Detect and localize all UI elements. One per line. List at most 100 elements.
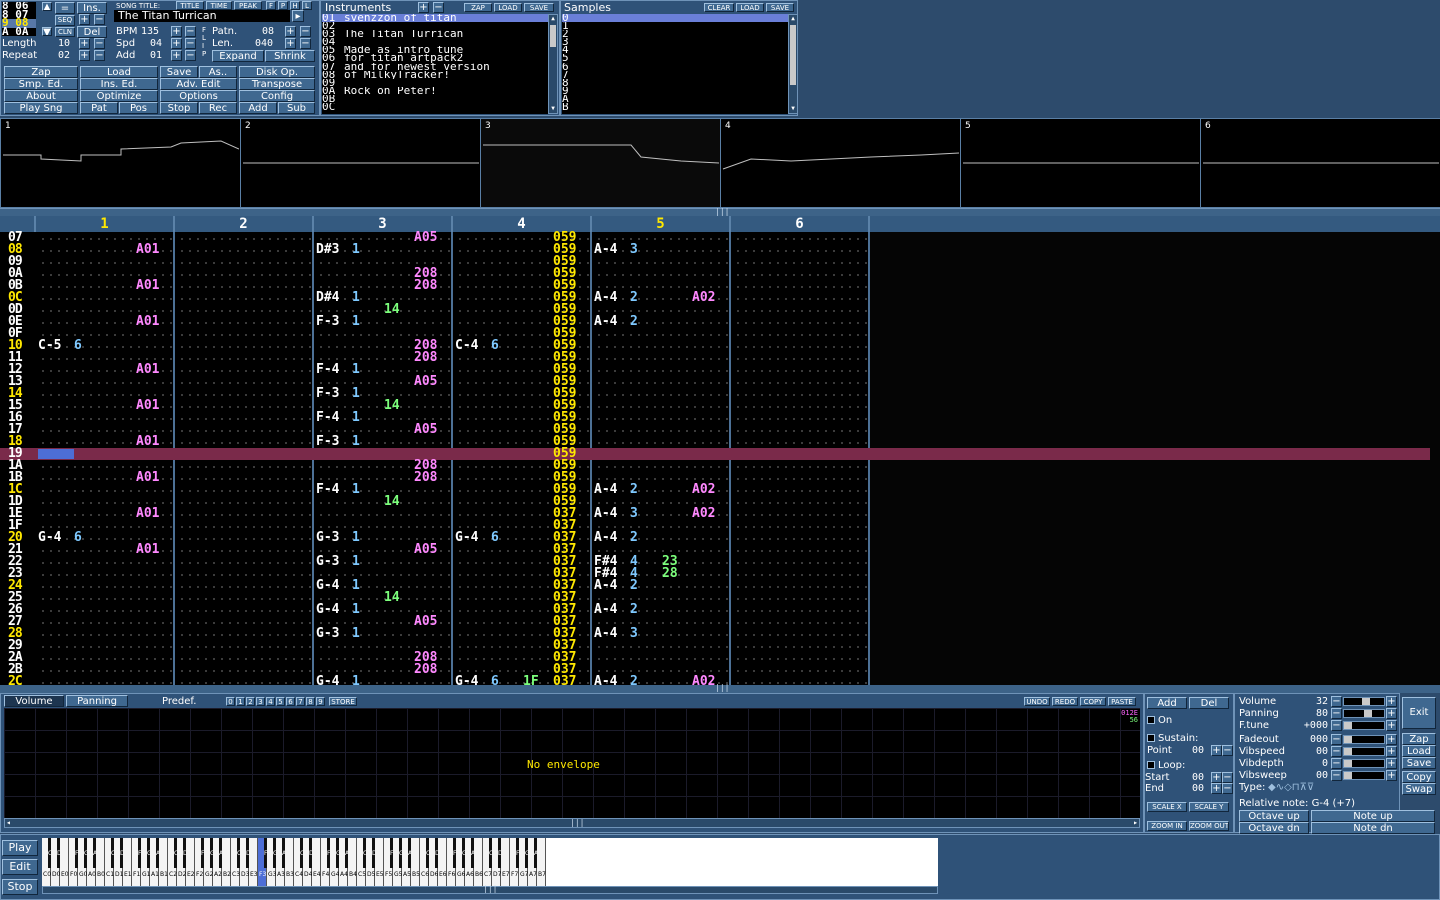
scroll-thumb[interactable]: [790, 25, 796, 85]
len-minus-button[interactable]: −: [300, 38, 311, 49]
channel-header[interactable]: 6: [731, 216, 870, 232]
order-item[interactable]: A 0A: [2, 26, 36, 36]
length-plus-button[interactable]: +: [79, 38, 90, 49]
channel-scope[interactable]: 4: [720, 118, 961, 208]
channel-scope[interactable]: 3: [480, 118, 721, 208]
pattern-cell[interactable]: F-3: [316, 387, 339, 400]
param-minus-button[interactable]: −: [1331, 758, 1342, 769]
preset-button[interactable]: 4: [266, 697, 275, 706]
channel-scope[interactable]: 2: [240, 118, 481, 208]
sample-save-button[interactable]: SAVE: [766, 3, 794, 12]
scroll-handle-icon[interactable]: |||: [570, 818, 584, 827]
param-minus-button[interactable]: −: [1331, 720, 1342, 731]
param-plus-button[interactable]: +: [1386, 770, 1397, 781]
paste-button[interactable]: PASTE: [1108, 697, 1136, 706]
note-up-button[interactable]: Note up: [1311, 810, 1435, 822]
cursor[interactable]: [38, 449, 74, 459]
pattern-cell[interactable]: 14: [384, 495, 400, 508]
param-minus-button[interactable]: −: [1331, 746, 1342, 757]
preset-button[interactable]: 8: [306, 697, 315, 706]
waveform-icons[interactable]: ◆∿◇⊓⊼⊽: [1268, 782, 1314, 793]
pattern-bottom-bar[interactable]: |||: [0, 683, 1440, 693]
pattern-cell[interactable]: 2: [630, 483, 638, 496]
sample-load-button[interactable]: LOAD: [736, 3, 764, 12]
sample-item[interactable]: 3: [562, 38, 788, 46]
instrument-item[interactable]: 05 Made as intro tune: [322, 46, 548, 54]
pattern-cell[interactable]: 1: [352, 483, 360, 496]
instrument-item[interactable]: 09: [322, 79, 548, 87]
pattern-cell[interactable]: G-3: [316, 627, 339, 640]
time-toggle[interactable]: TIME: [206, 1, 232, 10]
piano-key-white[interactable]: [96, 838, 105, 886]
sample-item[interactable]: 6: [562, 63, 788, 71]
transport-play-button[interactable]: Play: [2, 840, 38, 856]
param-plus-button[interactable]: +: [1386, 746, 1397, 757]
pattern-cell[interactable]: C-5: [38, 339, 61, 352]
pattern-cell[interactable]: G-4: [316, 603, 339, 616]
patn-plus-button[interactable]: +: [285, 26, 296, 37]
undo-button[interactable]: UNDO: [1024, 697, 1050, 706]
order-del-button[interactable]: Del: [77, 26, 107, 38]
piano-key-white[interactable]: [312, 838, 321, 886]
pattern-cell[interactable]: A05: [414, 543, 437, 556]
pattern-cell[interactable]: A01: [136, 435, 159, 448]
add-minus-button[interactable]: −: [185, 50, 196, 61]
param-plus-button[interactable]: +: [1386, 708, 1397, 719]
sub-song-button[interactable]: Sub: [278, 102, 315, 114]
pattern-cell[interactable]: 208: [414, 663, 437, 676]
seq-button[interactable]: SEQ: [55, 15, 75, 26]
pattern-cell[interactable]: A-4: [594, 627, 617, 640]
side-zap-button[interactable]: Zap: [1402, 733, 1436, 745]
scroll-handle-icon[interactable]: |||: [483, 884, 497, 893]
spd-minus-button[interactable]: −: [185, 38, 196, 49]
preset-button[interactable]: 9: [316, 697, 325, 706]
scroll-up-icon[interactable]: ▲: [789, 15, 797, 23]
param-slider[interactable]: [1343, 771, 1385, 780]
sample-item[interactable]: 8: [562, 79, 788, 87]
pattern-cell[interactable]: F-4: [316, 483, 339, 496]
pattern-cell[interactable]: A-4: [594, 531, 617, 544]
tab-panning[interactable]: Panning: [66, 695, 128, 707]
piano-key-white[interactable]: [285, 838, 294, 886]
env-del-button[interactable]: Del: [1189, 697, 1229, 709]
piano-key-white[interactable]: [123, 838, 132, 886]
pattern-cell[interactable]: A01: [136, 543, 159, 556]
instrument-item[interactable]: 01 svenzzon of titan: [322, 14, 548, 23]
instrument-item[interactable]: 04: [322, 38, 548, 46]
transport-stop-button[interactable]: Stop: [2, 879, 38, 895]
config-button[interactable]: Config: [239, 90, 315, 102]
scroll-down-icon[interactable]: ▼: [789, 105, 797, 113]
pattern-cell[interactable]: 208: [414, 279, 437, 292]
l-toggle[interactable]: L: [302, 1, 312, 10]
param-slider[interactable]: [1343, 735, 1385, 744]
instrument-item[interactable]: 06 for titan artpack2: [322, 54, 548, 62]
piano-key-white[interactable]: [438, 838, 447, 886]
sample-item[interactable]: 5: [562, 54, 788, 62]
spd-plus-button[interactable]: +: [171, 38, 182, 49]
instrument-item[interactable]: 0B: [322, 95, 548, 103]
preset-button[interactable]: 2: [246, 697, 255, 706]
sample-item[interactable]: 7: [562, 71, 788, 79]
pattern-cell[interactable]: A01: [136, 363, 159, 376]
pattern-cell[interactable]: G-4: [38, 531, 61, 544]
transport-edit-button[interactable]: Edit: [2, 859, 38, 875]
slider-thumb[interactable]: [1344, 748, 1352, 755]
sample-item[interactable]: 9: [562, 87, 788, 95]
pattern-cell[interactable]: G-4: [316, 579, 339, 592]
pattern-cell[interactable]: 3: [630, 243, 638, 256]
pattern-cell[interactable]: 2: [630, 579, 638, 592]
param-minus-button[interactable]: −: [1331, 770, 1342, 781]
pattern-cell[interactable]: 208: [414, 351, 437, 364]
load-button[interactable]: Load: [80, 66, 158, 78]
pattern-cell[interactable]: 3: [630, 627, 638, 640]
pattern-cell[interactable]: A-4: [594, 243, 617, 256]
pattern-cell[interactable]: A01: [136, 315, 159, 328]
peak-toggle[interactable]: PEAK: [234, 1, 262, 10]
pattern-cell[interactable]: 1: [352, 315, 360, 328]
preset-button[interactable]: 5: [276, 697, 285, 706]
transpose-button[interactable]: Transpose: [239, 78, 315, 90]
side-copy-button[interactable]: Copy: [1402, 771, 1436, 783]
param-slider[interactable]: [1343, 759, 1385, 768]
pattern-cell[interactable]: D#4: [316, 291, 339, 304]
instrument-editor-button[interactable]: Ins. Ed.: [80, 78, 158, 90]
